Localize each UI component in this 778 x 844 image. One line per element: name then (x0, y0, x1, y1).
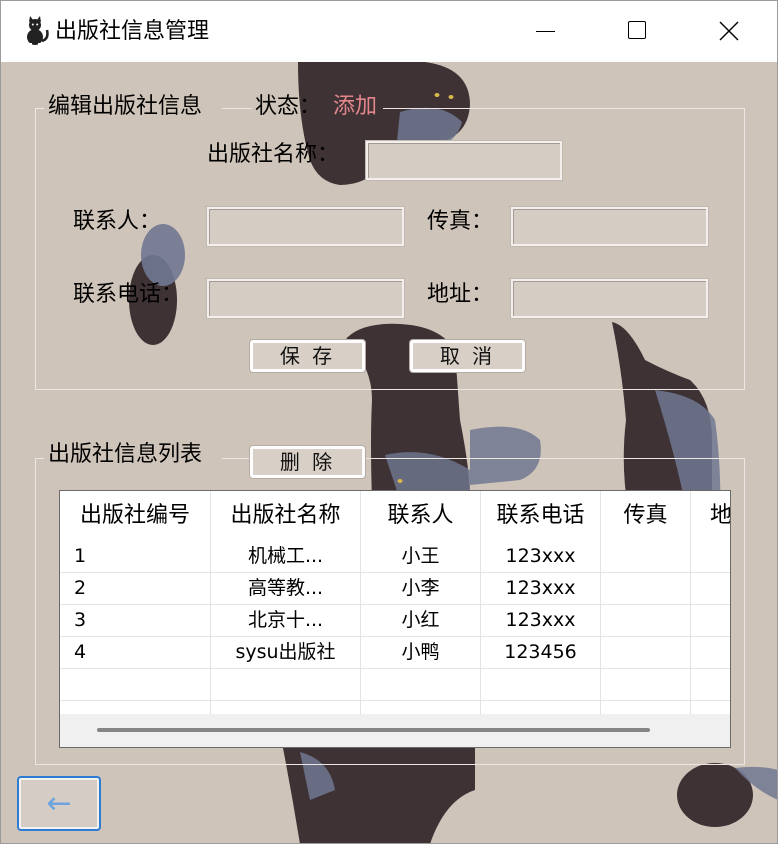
table-cell[interactable]: 3 (60, 605, 211, 636)
table-row-blank[interactable] (60, 669, 730, 701)
table-cell[interactable]: 小王 (361, 541, 481, 572)
status-value: 添加 (333, 94, 378, 119)
close-icon (719, 21, 739, 41)
table-cell[interactable] (601, 541, 691, 572)
table-cell[interactable] (691, 701, 730, 714)
status-label: 状态： (255, 94, 322, 119)
table-cell[interactable] (361, 701, 481, 714)
table-cell[interactable]: 机械工... (211, 541, 361, 572)
table-cell[interactable]: 123456 (481, 637, 601, 668)
save-button[interactable]: 保 存 (250, 340, 365, 372)
table-cell[interactable]: 小李 (361, 573, 481, 604)
table-row[interactable]: 4 sysu出版社 小鸭 123456 (60, 637, 730, 669)
table-cell[interactable] (691, 669, 730, 700)
publisher-management-window: 编辑出版社信息 状态： 添加 出版社名称： 联系人： 传真： 联系电话： 地址：… (0, 0, 778, 844)
address-input[interactable] (511, 279, 708, 318)
edit-group-border-top (222, 108, 252, 109)
column-header[interactable]: 地 (691, 491, 730, 541)
maximize-icon (628, 21, 646, 39)
arrow-left-icon: ← (46, 786, 72, 821)
table-cell[interactable]: 1 (60, 541, 211, 572)
table-cell[interactable]: 123xxx (481, 605, 601, 636)
table-cell[interactable] (481, 669, 601, 700)
grid-header-row: 出版社编号 出版社名称 联系人 联系电话 传真地 (60, 491, 730, 541)
table-cell[interactable] (601, 573, 691, 604)
column-header[interactable]: 出版社名称 (211, 491, 361, 541)
table-cell[interactable]: sysu出版社 (211, 637, 361, 668)
table-cell[interactable] (691, 637, 730, 668)
table-cell[interactable]: 高等教... (211, 573, 361, 604)
table-cell[interactable]: 北京十... (211, 605, 361, 636)
table-cell[interactable] (601, 669, 691, 700)
background-cat-eye (434, 93, 440, 97)
back-button[interactable]: ← (17, 776, 101, 831)
table-cell[interactable] (211, 669, 361, 700)
column-header[interactable]: 出版社编号 (60, 491, 211, 541)
table-cell[interactable] (601, 605, 691, 636)
table-cell[interactable] (60, 701, 211, 714)
contact-input[interactable] (207, 207, 404, 246)
list-group-title: 出版社信息列表 (48, 442, 203, 467)
edit-group-border-top (35, 108, 44, 109)
table-cell[interactable]: 2 (60, 573, 211, 604)
column-header[interactable]: 联系人 (361, 491, 481, 541)
table-cell[interactable]: 123xxx (481, 541, 601, 572)
delete-button[interactable]: 删 除 (250, 446, 365, 478)
table-row[interactable]: 3 北京十... 小红 123xxx (60, 605, 730, 637)
table-cell[interactable] (601, 637, 691, 668)
publisher-name-input[interactable] (366, 141, 562, 180)
table-cell[interactable] (691, 605, 730, 636)
cat-icon (20, 16, 50, 46)
minimize-button[interactable] (499, 0, 591, 62)
table-cell[interactable]: 4 (60, 637, 211, 668)
table-row[interactable]: 2 高等教... 小李 123xxx (60, 573, 730, 605)
publisher-data-grid[interactable]: 出版社编号 出版社名称 联系人 联系电话 传真地 1 机械工... 小王 123xxx 2 高等教… (59, 490, 731, 748)
table-cell[interactable] (691, 573, 730, 604)
table-cell[interactable] (601, 701, 691, 714)
table-row[interactable]: 1 机械工... 小王 123xxx (60, 541, 730, 573)
window-title: 出版社信息管理 (55, 19, 210, 44)
column-header[interactable]: 联系电话 (481, 491, 601, 541)
fax-input[interactable] (511, 207, 708, 246)
close-button[interactable] (683, 0, 775, 62)
list-group-border-top (35, 458, 44, 459)
table-cell[interactable]: 小鸭 (361, 637, 481, 668)
edit-group-border-top (383, 108, 745, 109)
table-cell[interactable] (691, 541, 730, 572)
contact-label: 联系人： (73, 209, 162, 234)
horizontal-scrollbar[interactable] (60, 714, 730, 747)
table-cell[interactable]: 小红 (361, 605, 481, 636)
phone-label: 联系电话： (73, 282, 184, 307)
table-cell[interactable] (361, 669, 481, 700)
cancel-button[interactable]: 取 消 (410, 340, 525, 372)
title-bar[interactable]: 出版社信息管理 (0, 0, 778, 62)
table-cell[interactable] (211, 701, 361, 714)
table-cell[interactable] (481, 701, 601, 714)
table-row-blank[interactable] (60, 701, 730, 714)
table-cell[interactable] (60, 669, 211, 700)
background-cat-eye (448, 95, 454, 99)
publisher-name-label: 出版社名称： (207, 142, 340, 167)
maximize-button[interactable] (591, 0, 683, 62)
table-cell[interactable]: 123xxx (481, 573, 601, 604)
grid-body[interactable]: 1 机械工... 小王 123xxx 2 高等教... 小李 123xxx 3 北京十... 小红 1… (60, 541, 730, 714)
scrollbar-thumb[interactable] (97, 728, 650, 732)
minimize-icon (536, 31, 555, 32)
fax-label: 传真： (427, 209, 494, 234)
column-header[interactable]: 传真 (601, 491, 691, 541)
edit-group-title: 编辑出版社信息 (48, 94, 203, 119)
phone-input[interactable] (207, 279, 404, 318)
address-label: 地址： (427, 282, 494, 307)
